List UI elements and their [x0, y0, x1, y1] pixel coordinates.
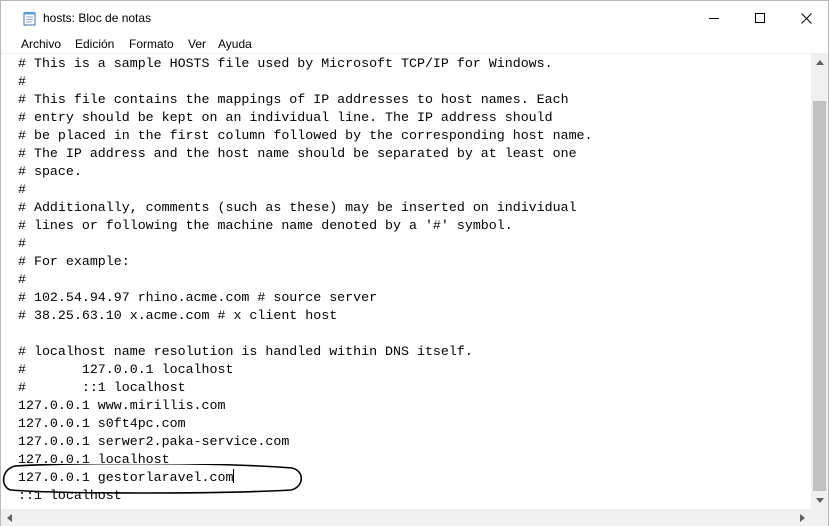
text-line: # space. [18, 163, 593, 181]
scroll-left-arrow-icon[interactable] [1, 509, 18, 526]
text-line: # [18, 73, 593, 91]
text-line: # [18, 235, 593, 253]
text-line-content: # [18, 74, 26, 89]
text-line: # Additionally, comments (such as these)… [18, 199, 593, 217]
text-line-content: 127.0.0.1 serwer2.paka-service.com [18, 434, 290, 449]
text-line-content: 127.0.0.1 gestorlaravel.com [18, 470, 234, 485]
maximize-icon [755, 13, 765, 23]
text-line: # entry should be kept on an individual … [18, 109, 593, 127]
text-line-content: # [18, 272, 26, 287]
scroll-right-arrow-icon[interactable] [794, 509, 811, 526]
text-line: 127.0.0.1 gestorlaravel.com [18, 469, 593, 487]
text-line [18, 325, 593, 343]
text-line-content: # This is a sample HOSTS file used by Mi… [18, 56, 553, 71]
horizontal-scrollbar[interactable] [1, 509, 811, 526]
text-line-content: 127.0.0.1 localhost [18, 452, 170, 467]
text-line: ::1 localhost [18, 487, 593, 505]
text-line-content: # entry should be kept on an individual … [18, 110, 553, 125]
text-line-content: # 102.54.94.97 rhino.acme.com # source s… [18, 290, 378, 305]
menu-archivo[interactable]: Archivo [21, 36, 61, 52]
text-editor[interactable]: # This is a sample HOSTS file used by Mi… [1, 54, 811, 509]
text-line: # 127.0.0.1 localhost [18, 361, 593, 379]
text-line: 127.0.0.1 s0ft4pc.com [18, 415, 593, 433]
text-line-content: # [18, 182, 26, 197]
close-icon [800, 12, 812, 24]
menu-ver[interactable]: Ver [188, 36, 206, 52]
text-line-content: # ::1 localhost [18, 380, 186, 395]
text-line-content: # localhost name resolution is handled w… [18, 344, 473, 359]
vertical-scrollbar[interactable] [811, 54, 828, 509]
menu-edicion[interactable]: Edición [75, 36, 114, 52]
vertical-scroll-thumb[interactable] [813, 101, 826, 491]
text-line: # For example: [18, 253, 593, 271]
text-line-content: # lines or following the machine name de… [18, 218, 513, 233]
text-line: # be placed in the first column followed… [18, 127, 593, 145]
scrollbar-corner [811, 509, 828, 526]
text-line-content: 127.0.0.1 s0ft4pc.com [18, 416, 186, 431]
window-title: hosts: Bloc de notas [43, 11, 152, 25]
text-line-content: # 38.25.63.10 x.acme.com # x client host [18, 308, 338, 323]
menu-bar: Archivo Edición Formato Ver Ayuda [1, 35, 828, 54]
text-line-content: # 127.0.0.1 localhost [18, 362, 234, 377]
text-line-content: 127.0.0.1 www.mirillis.com [18, 398, 226, 413]
notepad-window: hosts: Bloc de notas Archivo Edición For… [0, 0, 829, 526]
document-text: # This is a sample HOSTS file used by Mi… [18, 55, 593, 505]
menu-ayuda[interactable]: Ayuda [218, 36, 252, 52]
text-line-content: # This file contains the mappings of IP … [18, 92, 569, 107]
text-line: 127.0.0.1 www.mirillis.com [18, 397, 593, 415]
text-line-content: # The IP address and the host name shoul… [18, 146, 577, 161]
text-line: # 102.54.94.97 rhino.acme.com # source s… [18, 289, 593, 307]
text-line: # [18, 181, 593, 199]
menu-formato[interactable]: Formato [129, 36, 174, 52]
text-line: # 38.25.63.10 x.acme.com # x client host [18, 307, 593, 325]
text-line-content: # Additionally, comments (such as these)… [18, 200, 577, 215]
text-line: # ::1 localhost [18, 379, 593, 397]
text-line: 127.0.0.1 localhost [18, 451, 593, 469]
text-line-content: # space. [18, 164, 82, 179]
text-line: # The IP address and the host name shoul… [18, 145, 593, 163]
scroll-down-arrow-icon[interactable] [811, 492, 828, 509]
text-line: # lines or following the machine name de… [18, 217, 593, 235]
text-line: # This file contains the mappings of IP … [18, 91, 593, 109]
text-line: # localhost name resolution is handled w… [18, 343, 593, 361]
maximize-button[interactable] [737, 1, 783, 35]
text-line: # This is a sample HOSTS file used by Mi… [18, 55, 593, 73]
text-line-content: # For example: [18, 254, 130, 269]
text-line-content: # be placed in the first column followed… [18, 128, 593, 143]
text-line-content: # [18, 236, 26, 251]
close-button[interactable] [783, 1, 829, 35]
title-bar[interactable]: hosts: Bloc de notas [1, 1, 828, 35]
minimize-icon [709, 18, 719, 19]
text-line: 127.0.0.1 serwer2.paka-service.com [18, 433, 593, 451]
notepad-icon [23, 11, 37, 26]
text-line: # [18, 271, 593, 289]
text-line-content: ::1 localhost [18, 488, 122, 503]
minimize-button[interactable] [691, 1, 737, 35]
scroll-up-arrow-icon[interactable] [811, 54, 828, 71]
text-caret [233, 469, 235, 483]
